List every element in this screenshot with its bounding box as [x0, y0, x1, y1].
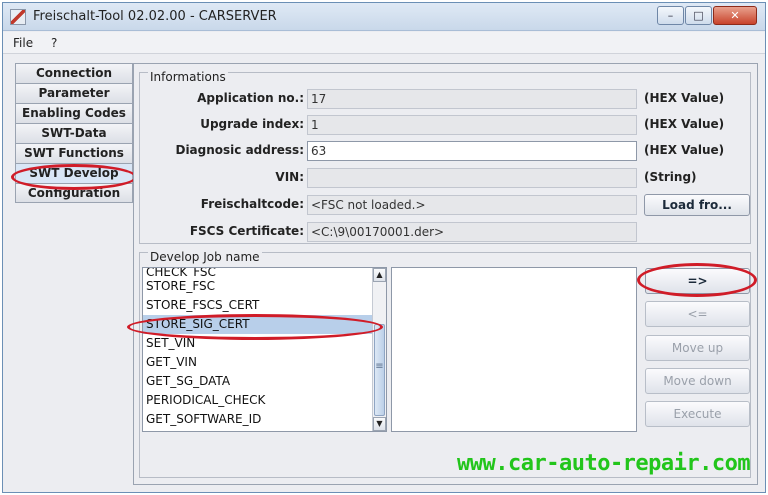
list-item[interactable]: GET_SG_DATA — [143, 372, 386, 391]
scroll-up-icon[interactable]: ▲ — [373, 268, 386, 282]
application-no-label: Application no.: — [197, 91, 304, 105]
tab-parameter[interactable]: Parameter — [15, 83, 133, 103]
load-from-button[interactable]: Load fro... — [644, 194, 750, 216]
tab-configuration[interactable]: Configuration — [15, 183, 133, 203]
list-item[interactable]: GET_SOFTWARE_ID — [143, 410, 386, 429]
menu-bar: File ? — [3, 32, 765, 54]
list-item[interactable]: GET_VIN — [143, 353, 386, 372]
diagnostic-address-label: Diagnosic address: — [175, 143, 304, 157]
execute-button[interactable]: Execute — [645, 401, 750, 427]
list-item-selected[interactable]: STORE_SIG_CERT — [143, 315, 386, 334]
application-no-field: 17 — [307, 89, 637, 109]
tab-swt-data[interactable]: SWT-Data — [15, 123, 133, 143]
selected-jobs-list[interactable] — [391, 267, 637, 432]
list-item[interactable]: CHECK_FSC — [143, 268, 386, 277]
freischaltcode-label: Freischaltcode: — [200, 197, 304, 211]
freischaltcode-field: <FSC not loaded.> — [307, 195, 637, 215]
close-button[interactable]: ✕ — [713, 6, 757, 25]
app-window: Freischalt-Tool 02.02.00 - CARSERVER – □… — [2, 2, 766, 493]
window-title: Freischalt-Tool 02.02.00 - CARSERVER — [33, 9, 277, 24]
list-item[interactable]: STORE_FSCS_CERT — [143, 296, 386, 315]
title-bar[interactable]: Freischalt-Tool 02.02.00 - CARSERVER – □… — [3, 3, 765, 31]
tab-swt-functions[interactable]: SWT Functions — [15, 143, 133, 163]
upgrade-index-unit: (HEX Value) — [644, 117, 725, 131]
informations-title: Informations — [148, 70, 228, 84]
window-controls: – □ ✕ — [656, 6, 757, 26]
tab-enabling-codes[interactable]: Enabling Codes — [15, 103, 133, 123]
move-up-button[interactable]: Move up — [645, 335, 750, 361]
vin-label: VIN: — [275, 170, 304, 184]
app-icon — [10, 9, 26, 25]
diagnostic-address-unit: (HEX Value) — [644, 143, 725, 157]
move-down-button[interactable]: Move down — [645, 368, 750, 394]
scroll-thumb[interactable]: ≡ — [374, 324, 385, 416]
main-panel: Informations Application no.: 17 (HEX Va… — [133, 63, 758, 485]
upgrade-index-label: Upgrade index: — [200, 117, 304, 131]
add-job-button[interactable]: => — [645, 268, 750, 294]
remove-job-button[interactable]: <= — [645, 301, 750, 327]
scroll-grip-icon: ≡ — [375, 361, 384, 372]
vin-unit: (String) — [644, 170, 697, 184]
application-no-unit: (HEX Value) — [644, 91, 725, 105]
scroll-down-icon[interactable]: ▼ — [373, 417, 386, 431]
upgrade-index-field: 1 — [307, 115, 637, 135]
job-list[interactable]: CHECK_FSC STORE_FSC STORE_FSCS_CERT STOR… — [142, 267, 387, 432]
tab-connection[interactable]: Connection — [15, 63, 133, 83]
list-item[interactable]: SET_VIN — [143, 334, 386, 353]
fscs-certificate-label: FSCS Certificate: — [189, 224, 304, 238]
job-list-scrollbar[interactable]: ▲ ≡ ▼ — [372, 268, 386, 431]
vin-field — [307, 168, 637, 188]
maximize-button[interactable]: □ — [685, 6, 712, 25]
develop-title: Develop Job name — [148, 250, 262, 264]
watermark-text: www.car-auto-repair.com — [457, 451, 751, 476]
diagnostic-address-field[interactable]: 63 — [307, 141, 637, 161]
menu-help[interactable]: ? — [51, 36, 57, 50]
informations-group: Informations Application no.: 17 (HEX Va… — [139, 70, 751, 244]
tab-swt-develop[interactable]: SWT Develop — [15, 163, 133, 183]
fscs-certificate-field: <C:\9\00170001.der> — [307, 222, 637, 242]
minimize-button[interactable]: – — [657, 6, 684, 25]
tab-strip: Connection Parameter Enabling Codes SWT-… — [15, 63, 133, 203]
list-item[interactable]: STORE_FSC — [143, 277, 386, 296]
menu-file[interactable]: File — [13, 36, 33, 50]
list-item[interactable]: PERIODICAL_CHECK — [143, 391, 386, 410]
